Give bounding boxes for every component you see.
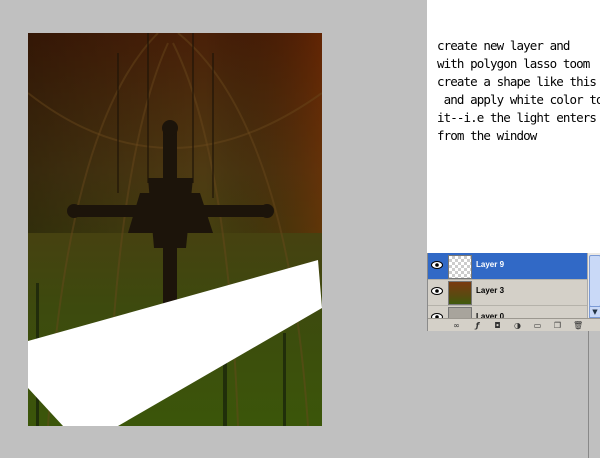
document-canvas[interactable] — [28, 33, 322, 426]
eye-icon[interactable] — [431, 260, 443, 270]
layer-name: Layer 3 — [476, 286, 505, 295]
layers-toolbar: ∞ ƒ ◘ ◑ ▭ ❐ 🗑 — [428, 318, 600, 331]
eye-icon[interactable] — [431, 286, 443, 296]
instruction-panel: create new layer and with polygon lasso t… — [427, 0, 600, 253]
church-photo — [28, 33, 322, 426]
layer-name: Layer 9 — [476, 260, 505, 269]
layer-thumbnail — [448, 281, 472, 305]
layers-scrollbar[interactable]: ▼ — [587, 253, 600, 318]
mask-icon[interactable]: ◘ — [493, 321, 502, 330]
layers-panel: Layer 9 Layer 3 Layer 0 ▼ ∞ ƒ ◘ ◑ ▭ ❐ 🗑 — [427, 253, 600, 331]
scrollbar-thumb[interactable] — [589, 255, 600, 307]
trash-icon[interactable]: 🗑 — [573, 321, 583, 330]
group-icon[interactable]: ▭ — [533, 321, 542, 330]
new-layer-icon[interactable]: ❐ — [553, 321, 562, 330]
adjustment-icon[interactable]: ◑ — [513, 321, 522, 330]
layer-row-3[interactable]: Layer 3 — [428, 279, 588, 306]
layer-row-9[interactable]: Layer 9 — [428, 253, 588, 280]
fx-icon[interactable]: ƒ — [473, 321, 482, 330]
link-icon[interactable]: ∞ — [452, 321, 461, 330]
chevron-down-icon[interactable]: ▼ — [589, 306, 600, 318]
divider — [588, 331, 589, 458]
layer-thumbnail — [448, 255, 472, 279]
instruction-text: create new layer and with polygon lasso t… — [437, 38, 600, 143]
workspace: create new layer and with polygon lasso t… — [0, 0, 600, 458]
